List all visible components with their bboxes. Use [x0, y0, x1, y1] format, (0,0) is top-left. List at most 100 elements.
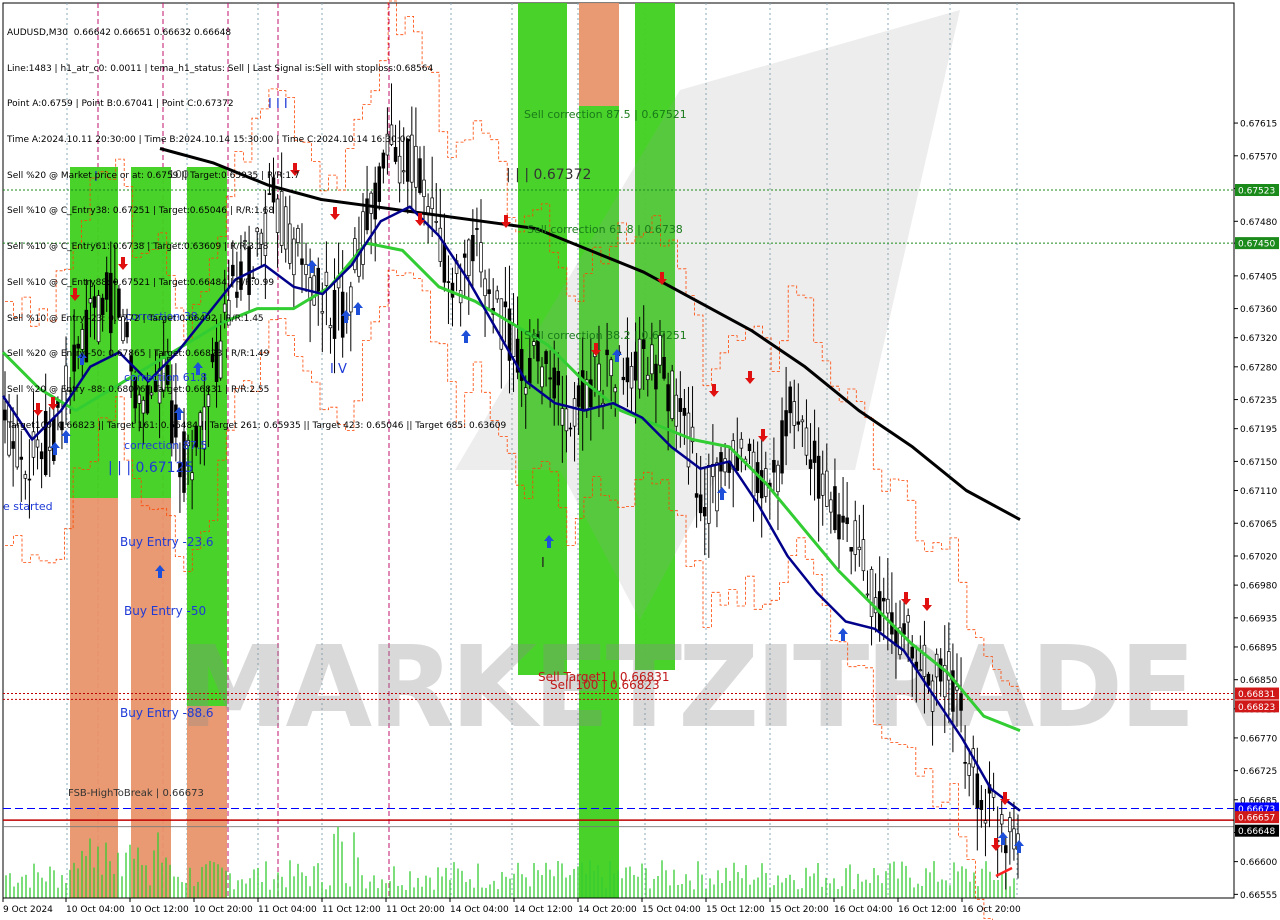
- candle-body: [96, 295, 101, 343]
- price-badge-label: 0.66823: [1238, 703, 1275, 713]
- candle-body: [845, 517, 849, 525]
- candle-body: [434, 220, 438, 223]
- candle-body: [544, 351, 548, 364]
- wave-label: I: [541, 556, 545, 571]
- price-chart[interactable]: MARKETZITRADE0.676150.675700.675250.6748…: [0, 0, 1280, 920]
- candle-body: [650, 344, 654, 375]
- candle-body: [389, 124, 394, 145]
- wave-label: I: [94, 170, 98, 185]
- candle-body: [548, 377, 552, 380]
- candle-body: [735, 455, 740, 471]
- candle-body: [23, 474, 28, 479]
- candle-body: [373, 182, 377, 220]
- candle-body: [816, 455, 821, 499]
- candle-body: [678, 398, 683, 412]
- candle-body: [825, 470, 829, 507]
- x-tick-label: 16 Oct 20:00: [962, 905, 1021, 915]
- candle-body: [397, 155, 402, 184]
- candle-body: [442, 242, 447, 283]
- candle-body: [247, 246, 251, 295]
- candle-body: [19, 456, 24, 460]
- y-tick-label: 0.67110: [1240, 487, 1277, 497]
- candle-body: [523, 387, 528, 395]
- candle-body: [385, 133, 390, 156]
- candle-body: [393, 147, 398, 162]
- y-tick-label: 0.67020: [1240, 553, 1277, 563]
- candle-body: [271, 177, 276, 203]
- y-tick-label: 0.67235: [1240, 396, 1277, 406]
- candle-body: [113, 281, 117, 283]
- candle-body: [64, 365, 68, 391]
- candle-body: [528, 357, 532, 384]
- candle-body: [15, 424, 19, 468]
- candle-body: [39, 451, 44, 460]
- candle-body: [255, 227, 259, 233]
- x-tick-label: 10 Oct 12:00: [130, 905, 189, 915]
- x-tick-label: 15 Oct 04:00: [642, 905, 701, 915]
- candle-body: [715, 462, 719, 512]
- candle-body: [68, 390, 72, 392]
- candle-body: [857, 546, 862, 551]
- x-tick-label: 14 Oct 20:00: [578, 905, 637, 915]
- candle-body: [349, 286, 353, 313]
- candle-body: [829, 499, 833, 513]
- started-label: e started: [3, 500, 53, 513]
- price-badge-label: 0.66831: [1238, 690, 1275, 700]
- x-tick-label: 14 Oct 04:00: [450, 905, 509, 915]
- candle-body: [666, 384, 670, 412]
- candle-body: [210, 354, 215, 363]
- x-tick-label: 15 Oct 20:00: [770, 905, 829, 915]
- candle-body: [865, 593, 870, 596]
- candle-body: [462, 253, 467, 258]
- candle-body: [267, 193, 272, 195]
- watermark-text: MARKETZITRADE: [178, 623, 1192, 753]
- candle-body: [414, 145, 418, 188]
- candle-body: [568, 427, 573, 430]
- wave-label: I I I: [268, 97, 288, 112]
- candle-body: [243, 240, 247, 242]
- candle-body: [446, 281, 451, 283]
- candle-body: [72, 344, 76, 372]
- candle-body: [1004, 845, 1008, 854]
- y-tick-label: 0.66895: [1240, 643, 1277, 653]
- wave-label: 100: [168, 168, 189, 181]
- candle-body: [580, 370, 585, 410]
- sell-correction-61-label: Sell correction 61.8 | 0.6738: [527, 223, 683, 236]
- candle-body: [117, 288, 121, 318]
- candle-body: [633, 351, 638, 381]
- candle-body: [235, 291, 239, 298]
- candle-body: [251, 277, 255, 279]
- candle-body: [92, 296, 97, 308]
- candle-body: [109, 272, 113, 334]
- candle-body: [487, 289, 491, 295]
- candle-body: [430, 197, 434, 210]
- candle-body: [369, 192, 373, 214]
- chart-window: MARKETZITRADE0.676150.675700.675250.6748…: [0, 0, 1280, 920]
- signal-zone: [131, 498, 171, 898]
- candle-body: [621, 376, 626, 381]
- candle-body: [662, 356, 666, 379]
- candle-body: [812, 440, 817, 463]
- candle-body: [804, 427, 809, 456]
- candle-body: [410, 134, 414, 183]
- candle-body: [377, 166, 382, 202]
- candle-body: [694, 493, 699, 498]
- candle-body: [479, 242, 483, 273]
- sell-100-label: Sell 100 | 0.66823: [550, 678, 660, 692]
- candle-body: [759, 470, 764, 499]
- candle-body: [283, 206, 288, 250]
- candle-body: [959, 693, 963, 711]
- candle-body: [576, 385, 581, 407]
- candle-body: [967, 763, 971, 776]
- candle-body: [125, 322, 129, 338]
- candle-body: [11, 441, 15, 449]
- candle-body: [35, 439, 40, 448]
- candle-body: [88, 298, 93, 304]
- y-tick-label: 0.66725: [1240, 767, 1277, 777]
- candle-body: [833, 486, 837, 531]
- candle-body: [646, 374, 650, 381]
- candle-body: [149, 392, 154, 396]
- candle-body: [637, 338, 642, 390]
- candle-body: [401, 170, 406, 173]
- y-tick-label: 0.66980: [1240, 582, 1277, 592]
